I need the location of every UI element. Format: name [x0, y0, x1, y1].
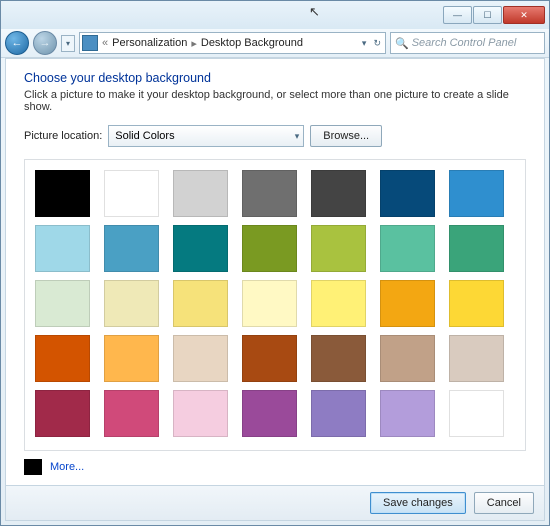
color-swatch[interactable] [104, 170, 159, 217]
color-swatch[interactable] [449, 280, 504, 327]
address-bar[interactable]: « Personalization ▸ Desktop Background ▾… [79, 32, 386, 54]
page-subtitle: Click a picture to make it your desktop … [24, 89, 526, 113]
search-placeholder: Search Control Panel [412, 37, 517, 49]
color-swatch[interactable] [242, 170, 297, 217]
back-button[interactable]: ← [5, 31, 29, 55]
color-swatch[interactable] [311, 280, 366, 327]
color-swatch[interactable] [173, 335, 228, 382]
window: ↖ — ☐ ✕ ← → ▾ « Personalization ▸ Deskto… [0, 0, 550, 526]
footer: Save changes Cancel [6, 485, 544, 520]
chevron-down-icon: ▾ [66, 39, 70, 48]
color-swatch[interactable] [173, 170, 228, 217]
page-title: Choose your desktop background [24, 71, 526, 85]
color-swatch[interactable] [104, 390, 159, 437]
cursor-icon: ↖ [309, 4, 320, 20]
color-swatch[interactable] [104, 225, 159, 272]
cancel-button[interactable]: Cancel [474, 492, 534, 514]
maximize-button[interactable]: ☐ [473, 6, 502, 24]
color-swatch[interactable] [449, 225, 504, 272]
chevron-down-icon: ▾ [295, 131, 300, 142]
breadcrumb-current[interactable]: Desktop Background [197, 37, 307, 49]
swatch-grid [35, 170, 515, 437]
address-bar-buttons: ▾ ↻ [360, 38, 383, 49]
selected-color-preview [24, 459, 42, 475]
picture-location-select[interactable]: Solid Colors ▾ [108, 125, 304, 147]
color-swatch[interactable] [380, 335, 435, 382]
color-swatch[interactable] [35, 280, 90, 327]
control-panel-icon [82, 35, 98, 51]
color-swatch[interactable] [380, 170, 435, 217]
color-swatch[interactable] [173, 225, 228, 272]
picture-location-row: Picture location: Solid Colors ▾ Browse.… [24, 125, 526, 147]
picture-location-value: Solid Colors [115, 130, 174, 142]
color-swatch[interactable] [311, 335, 366, 382]
color-swatch[interactable] [449, 170, 504, 217]
close-button[interactable]: ✕ [503, 6, 545, 24]
color-swatch[interactable] [449, 335, 504, 382]
arrow-left-icon: ← [12, 37, 23, 49]
color-swatch[interactable] [104, 335, 159, 382]
address-dropdown[interactable]: ▾ [360, 38, 369, 49]
breadcrumb-parent[interactable]: Personalization [108, 37, 191, 49]
color-swatch[interactable] [173, 280, 228, 327]
color-swatch[interactable] [35, 170, 90, 217]
search-icon: 🔍 [395, 37, 409, 50]
more-link[interactable]: More... [50, 461, 84, 473]
minimize-button[interactable]: — [443, 6, 472, 24]
titlebar: ↖ — ☐ ✕ [1, 1, 549, 29]
nav-bar: ← → ▾ « Personalization ▸ Desktop Backgr… [1, 29, 549, 58]
color-swatch[interactable] [380, 390, 435, 437]
color-swatch[interactable] [35, 390, 90, 437]
color-swatch[interactable] [242, 225, 297, 272]
content-pane: Choose your desktop background Click a p… [5, 58, 545, 521]
color-swatch[interactable] [449, 390, 504, 437]
color-swatch[interactable] [242, 335, 297, 382]
color-swatch[interactable] [242, 390, 297, 437]
browse-button[interactable]: Browse... [310, 125, 382, 147]
color-swatch[interactable] [380, 280, 435, 327]
history-dropdown[interactable]: ▾ [61, 35, 75, 52]
swatch-pane [24, 159, 526, 451]
color-swatch[interactable] [311, 390, 366, 437]
picture-location-label: Picture location: [24, 130, 102, 142]
forward-button[interactable]: → [33, 31, 57, 55]
color-swatch[interactable] [173, 390, 228, 437]
search-input[interactable]: 🔍 Search Control Panel [390, 32, 545, 54]
color-swatch[interactable] [35, 225, 90, 272]
color-swatch[interactable] [242, 280, 297, 327]
arrow-right-icon: → [40, 37, 51, 49]
color-swatch[interactable] [311, 225, 366, 272]
color-swatch[interactable] [35, 335, 90, 382]
color-swatch[interactable] [380, 225, 435, 272]
save-changes-button[interactable]: Save changes [370, 492, 466, 514]
color-swatch[interactable] [104, 280, 159, 327]
more-row: More... [24, 451, 526, 475]
color-swatch[interactable] [311, 170, 366, 217]
refresh-button[interactable]: ↻ [371, 38, 383, 49]
window-buttons: — ☐ ✕ [443, 6, 545, 24]
